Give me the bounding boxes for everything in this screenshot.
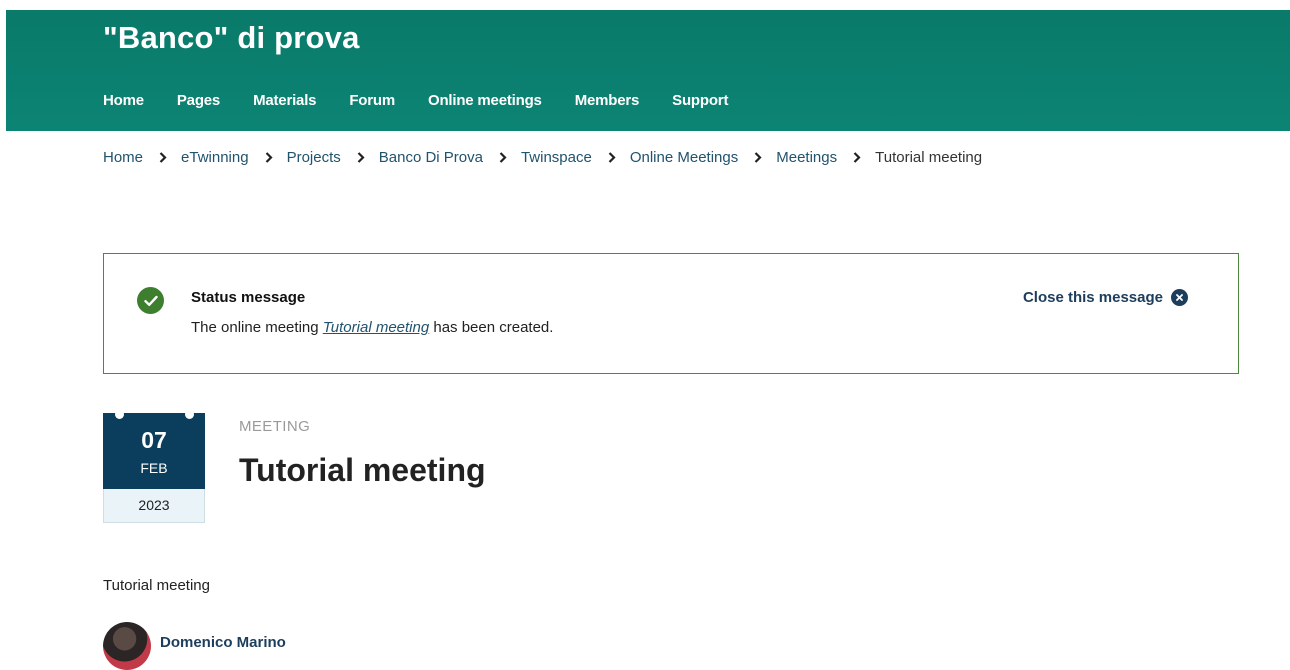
site-title[interactable]: "Banco" di prova [103,20,360,56]
status-message: Status message The online meeting Tutori… [103,253,1239,374]
breadcrumb-twinspace[interactable]: Twinspace [521,149,592,166]
nav-support[interactable]: Support [672,92,728,109]
site-header: "Banco" di prova Home Pages Materials Fo… [6,10,1290,131]
chevron-right-icon [357,152,365,163]
date-day: 07 [141,427,167,453]
breadcrumb-banco-di-prova[interactable]: Banco Di Prova [379,149,483,166]
page-title: Tutorial meeting [239,452,486,488]
date-badge-top: 07 FEB [103,410,205,489]
chevron-right-icon [608,152,616,163]
content-type-label: MEETING [239,418,311,435]
check-circle-icon [137,287,164,314]
avatar[interactable] [103,622,151,670]
date-year: 2023 [103,489,205,523]
close-circle-icon [1171,289,1188,306]
status-text-after: has been created. [429,319,554,336]
chevron-right-icon [499,152,507,163]
date-badge: 07 FEB 2023 [103,410,205,523]
calendar-ring-icon [115,410,124,419]
nav-members[interactable]: Members [575,92,640,109]
status-text: The online meeting Tutorial meeting has … [191,319,553,336]
chevron-right-icon [754,152,762,163]
date-month: FEB [140,460,168,476]
calendar-ring-icon [185,410,194,419]
breadcrumb-current: Tutorial meeting [875,149,983,166]
breadcrumb-meetings[interactable]: Meetings [776,149,837,166]
status-title: Status message [191,289,306,306]
chevron-right-icon [265,152,273,163]
breadcrumb: Home eTwinning Projects Banco Di Prova T… [103,149,982,166]
chevron-right-icon [853,152,861,163]
status-text-before: The online meeting [191,319,323,336]
author-link[interactable]: Domenico Marino [103,622,286,670]
author-name[interactable]: Domenico Marino [160,634,286,651]
nav-online-meetings[interactable]: Online meetings [428,92,542,109]
main-nav: Home Pages Materials Forum Online meetin… [103,92,761,109]
nav-forum[interactable]: Forum [349,92,395,109]
nav-pages[interactable]: Pages [177,92,220,109]
breadcrumb-online-meetings[interactable]: Online Meetings [630,149,738,166]
chevron-right-icon [159,152,167,163]
nav-home[interactable]: Home [103,92,144,109]
close-message-label: Close this message [1022,289,1163,306]
meeting-description: Tutorial meeting [103,577,210,594]
meeting-link[interactable]: Tutorial meeting [323,319,429,336]
close-message-button[interactable]: Close this message [1023,289,1188,306]
breadcrumb-projects[interactable]: Projects [287,149,341,166]
breadcrumb-etwinning[interactable]: eTwinning [181,149,249,166]
breadcrumb-home[interactable]: Home [103,149,143,166]
nav-materials[interactable]: Materials [253,92,316,109]
